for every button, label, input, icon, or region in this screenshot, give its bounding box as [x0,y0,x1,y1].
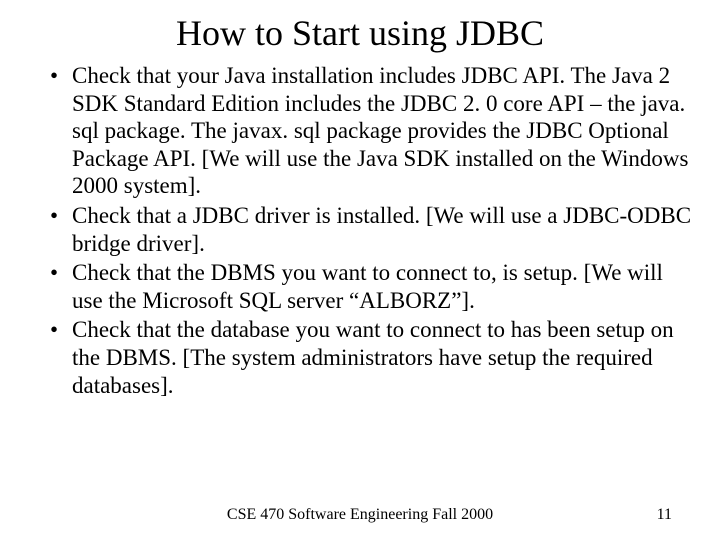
bullet-list: Check that your Java installation includ… [0,62,720,399]
page-number: 11 [657,506,672,524]
footer-center-text: CSE 470 Software Engineering Fall 2000 [0,506,720,524]
bullet-item: Check that the DBMS you want to connect … [50,259,692,314]
bullet-item: Check that a JDBC driver is installed. [… [50,202,692,257]
slide: How to Start using JDBC Check that your … [0,0,720,540]
bullet-item: Check that your Java installation includ… [50,62,692,200]
slide-title: How to Start using JDBC [0,0,720,62]
footer: CSE 470 Software Engineering Fall 2000 1… [0,506,720,524]
bullet-item: Check that the database you want to conn… [50,316,692,399]
